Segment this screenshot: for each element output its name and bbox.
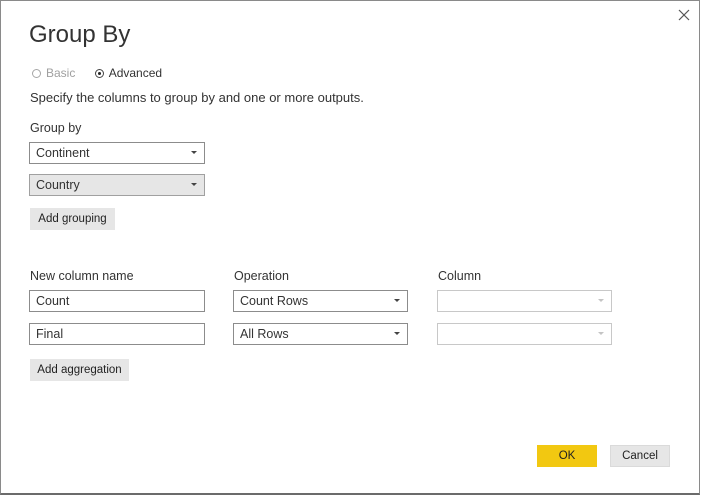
chevron-down-icon [598, 332, 604, 335]
column-select-1[interactable] [437, 290, 612, 312]
radio-advanced-indicator [94, 68, 104, 78]
group-by-select-continent-value: Continent [36, 146, 90, 160]
chevron-down-icon [598, 299, 604, 302]
chevron-down-icon [191, 183, 197, 186]
new-column-name-input-2[interactable] [29, 323, 205, 345]
chevron-down-icon [191, 151, 197, 154]
radio-basic[interactable]: Basic [32, 66, 75, 80]
radio-basic-label: Basic [46, 66, 76, 80]
group-by-dialog: Group By Basic Advanced Specify the colu… [0, 0, 700, 495]
chevron-down-icon [394, 332, 400, 335]
group-by-select-continent[interactable]: Continent [29, 142, 205, 164]
operation-select-2-value: All Rows [240, 327, 289, 341]
operation-select-2[interactable]: All Rows [233, 323, 408, 345]
add-grouping-button[interactable]: Add grouping [30, 208, 115, 230]
group-by-select-country[interactable]: Country [29, 174, 205, 196]
new-column-name-input-1[interactable] [29, 290, 205, 312]
group-by-select-country-value: Country [36, 178, 80, 192]
column-select-2[interactable] [437, 323, 612, 345]
operation-select-1-value: Count Rows [240, 294, 309, 308]
column-header: Column [438, 269, 482, 283]
instructions-text: Specify the columns to group by and one … [30, 90, 364, 105]
radio-advanced[interactable]: Advanced [94, 66, 163, 80]
radio-advanced-label: Advanced [108, 66, 163, 80]
add-aggregation-button[interactable]: Add aggregation [30, 359, 129, 381]
new-column-name-header: New column name [30, 269, 134, 283]
mode-radio-group: Basic Advanced [32, 66, 178, 81]
group-by-label: Group by [30, 121, 82, 135]
operation-select-1[interactable]: Count Rows [233, 290, 408, 312]
chevron-down-icon [394, 299, 400, 302]
ok-button[interactable]: OK [537, 445, 597, 467]
radio-basic-indicator [32, 68, 41, 78]
dialog-title: Group By [29, 21, 131, 48]
cancel-button[interactable]: Cancel [610, 445, 670, 467]
operation-header: Operation [234, 269, 289, 283]
close-icon[interactable] [675, 6, 693, 24]
